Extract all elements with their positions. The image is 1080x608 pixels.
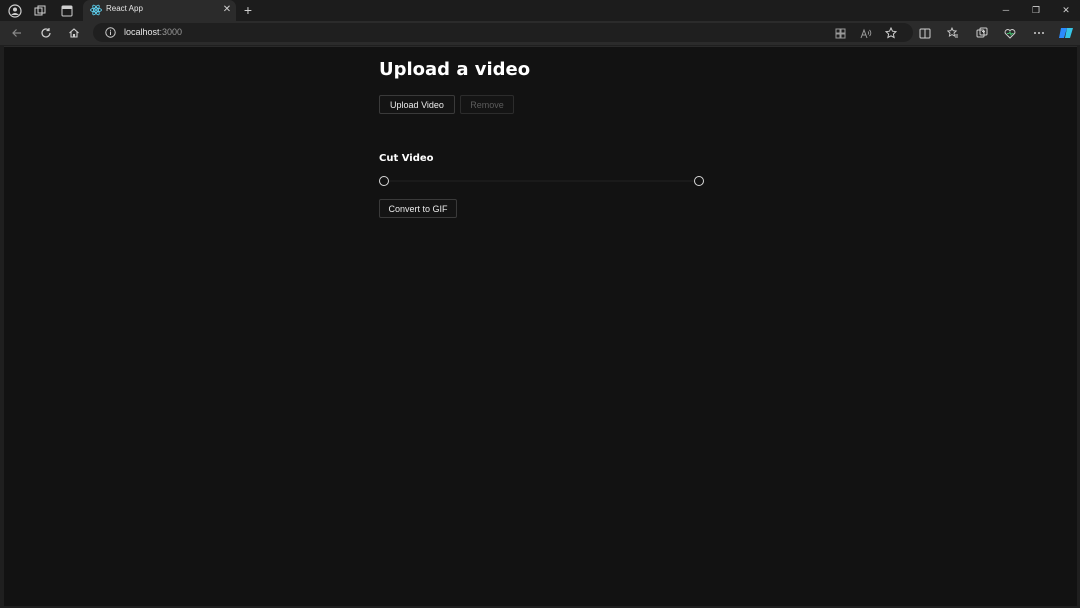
convert-to-gif-button[interactable]: Convert to GIF — [379, 199, 457, 218]
more-icon[interactable] — [1031, 25, 1047, 41]
url-text[interactable]: localhost:3000 — [124, 27, 182, 37]
page-title: Upload a video — [379, 59, 531, 80]
refresh-icon[interactable] — [38, 25, 54, 41]
url-host: localhost — [124, 27, 160, 37]
site-info-icon[interactable] — [103, 25, 117, 39]
tab-title: React App — [106, 4, 143, 13]
remove-button[interactable]: Remove — [460, 95, 514, 114]
copilot-icon[interactable] — [1057, 24, 1075, 42]
minimize-button[interactable]: ─ — [998, 3, 1014, 17]
browser-essentials-icon[interactable] — [1002, 25, 1018, 41]
slider-track — [385, 180, 699, 182]
browser-toolbar: localhost:3000 — [0, 21, 1080, 45]
page-viewport: Upload a video Upload Video Remove Cut V… — [4, 46, 1077, 606]
slider-start-handle[interactable] — [379, 176, 389, 186]
react-icon — [90, 4, 102, 16]
app-available-icon[interactable] — [832, 25, 848, 41]
tab-react-app[interactable]: React App ✕ — [83, 0, 236, 21]
workspaces-icon[interactable] — [32, 3, 48, 19]
favorite-star-icon[interactable] — [883, 25, 899, 41]
tab-actions-icon[interactable] — [59, 3, 75, 19]
browser-window: React App ✕ + ─ ❐ ✕ localhost:3000 Uploa… — [0, 0, 1080, 608]
restore-button[interactable]: ❐ — [1028, 3, 1044, 17]
cut-video-heading: Cut Video — [379, 153, 434, 164]
upload-video-button[interactable]: Upload Video — [379, 95, 455, 114]
new-tab-button[interactable]: + — [241, 2, 255, 18]
collections-icon[interactable] — [974, 25, 990, 41]
tab-bar: React App ✕ + ─ ❐ ✕ — [0, 0, 1080, 21]
close-window-button[interactable]: ✕ — [1058, 3, 1074, 17]
slider-end-handle[interactable] — [694, 176, 704, 186]
close-icon[interactable]: ✕ — [222, 4, 232, 16]
read-aloud-icon[interactable] — [858, 25, 874, 41]
cut-range-slider[interactable] — [379, 175, 705, 187]
home-icon[interactable] — [66, 25, 82, 41]
split-screen-icon[interactable] — [917, 25, 933, 41]
profile-icon[interactable] — [7, 3, 23, 19]
address-bar[interactable]: localhost:3000 — [93, 23, 913, 42]
url-port: :3000 — [159, 27, 183, 37]
favorites-icon[interactable] — [945, 25, 961, 41]
back-icon[interactable] — [9, 25, 25, 41]
